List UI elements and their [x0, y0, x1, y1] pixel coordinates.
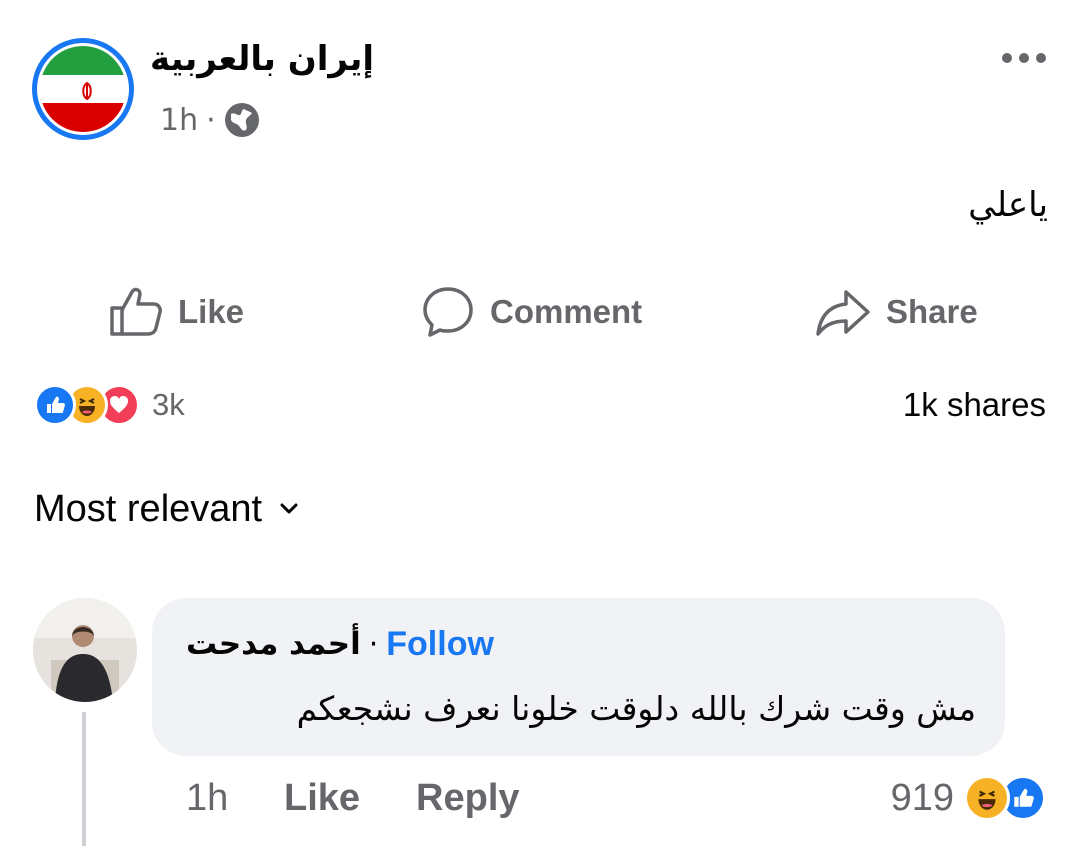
like-button[interactable]: Like [108, 282, 244, 342]
commenter-avatar[interactable] [33, 598, 137, 702]
sort-label: Most relevant [34, 487, 263, 530]
comment-label: Comment [490, 293, 643, 330]
comment-bubble-icon [423, 287, 473, 337]
thumbs-up-icon [110, 287, 162, 336]
share-label: Share [886, 293, 978, 330]
dot [1036, 53, 1046, 63]
comment-like-button[interactable]: Like [284, 777, 360, 820]
shares-count[interactable]: 1k shares [903, 382, 1046, 428]
comment-actions: 1h Like Reply [186, 770, 576, 826]
comment-time[interactable]: 1h [186, 777, 284, 820]
commenter-name[interactable]: أحمد مدحت [186, 626, 361, 662]
share-arrow-icon [816, 290, 870, 336]
comment-reply-button[interactable]: Reply [416, 777, 519, 820]
thread-line [82, 712, 86, 846]
comment-button[interactable]: Comment [420, 282, 642, 342]
like-reaction-icon [34, 384, 76, 426]
follow-button[interactable]: Follow [386, 625, 494, 664]
header-separator: · [368, 626, 379, 662]
comment-header: أحمد مدحت · Follow [186, 620, 494, 668]
reactions-summary[interactable]: 3k [34, 382, 185, 428]
page-avatar[interactable] [32, 38, 134, 140]
comments-sort-dropdown[interactable]: Most relevant [34, 484, 300, 534]
share-button[interactable]: Share [814, 282, 978, 342]
dot [1002, 53, 1012, 63]
globe-icon [224, 103, 259, 137]
dot [1019, 53, 1029, 63]
iran-flag-image [37, 43, 129, 135]
emblem-icon [82, 81, 92, 101]
comment-reaction-count: 919 [890, 776, 954, 819]
person-photo [33, 598, 137, 702]
page-name[interactable]: إيران بالعربية [150, 34, 410, 84]
comment-text: مش وقت شرك بالله دلوقت خلونا نعرف نشجعكم [296, 689, 976, 728]
more-options-button[interactable] [1002, 46, 1052, 70]
post-time[interactable]: 1h [160, 103, 198, 138]
chevron-down-icon [280, 503, 298, 514]
reaction-count: 3k [152, 387, 185, 422]
like-label: Like [178, 293, 245, 330]
comment-reactions[interactable]: 919 [891, 770, 1046, 826]
post-text: ياعلي [968, 185, 1048, 225]
meta-separator: · [206, 102, 216, 138]
haha-reaction-icon [964, 775, 1010, 821]
post-meta: 1h · [160, 98, 260, 142]
